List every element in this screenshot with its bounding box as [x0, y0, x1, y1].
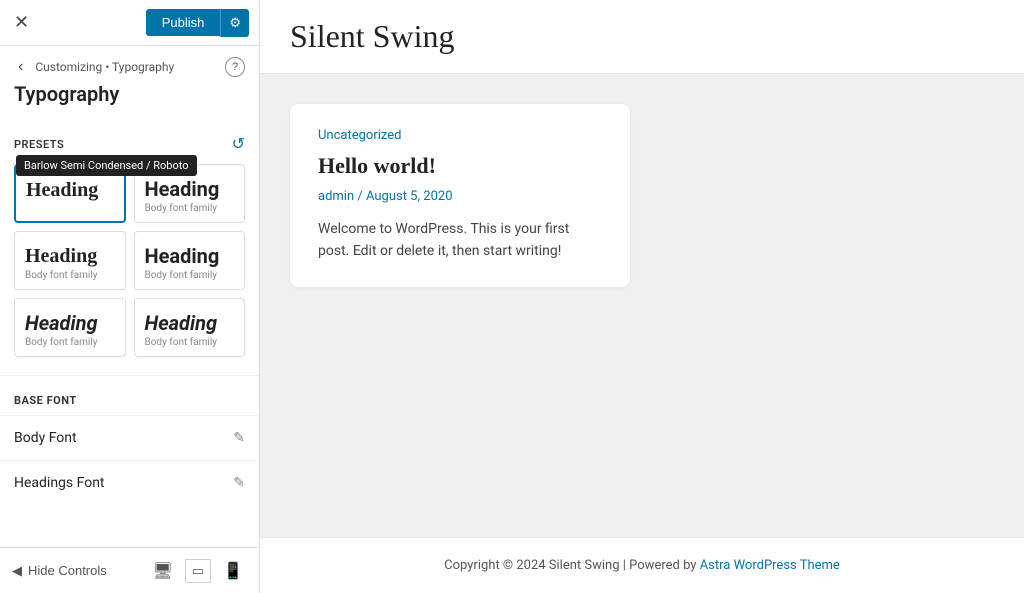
card-body: Welcome to WordPress. This is your first… [318, 218, 602, 263]
preset-card-3[interactable]: Heading Body font family [14, 231, 126, 290]
base-font-header: BASE FONT [0, 380, 259, 415]
preset-card-1[interactable]: Barlow Semi Condensed / Roboto Heading [14, 164, 126, 223]
preset-sub-6: Body font family [145, 337, 235, 348]
bottom-bar: ◀ Hide Controls 🖥 ▭ 📱 [0, 547, 259, 593]
preview-content: Uncategorized Hello world! admin / Augus… [260, 74, 1024, 537]
preset-sub-4: Body font family [145, 270, 235, 281]
site-title: Silent Swing [290, 18, 994, 55]
presets-grid: Barlow Semi Condensed / Roboto Heading H… [0, 164, 259, 371]
close-button[interactable]: ✕ [10, 8, 33, 37]
headings-font-edit-icon: ✎ [233, 475, 245, 491]
right-panel: Silent Swing Uncategorized Hello world! … [260, 0, 1024, 593]
preset-heading-2: Heading [145, 177, 235, 201]
preset-heading-6: Heading [145, 311, 235, 335]
preset-sub-2: Body font family [145, 203, 235, 214]
hide-controls-arrow-icon: ◀ [12, 563, 22, 579]
preset-card-5[interactable]: Heading Body font family [14, 298, 126, 357]
preset-heading-5: Heading [25, 311, 115, 335]
section-divider [0, 375, 259, 376]
preset-heading-4: Heading [145, 244, 235, 268]
body-font-edit-icon: ✎ [233, 430, 245, 446]
help-button[interactable]: ? [225, 57, 245, 77]
body-font-row[interactable]: Body Font ✎ [0, 415, 259, 460]
preset-card-4[interactable]: Heading Body font family [134, 231, 246, 290]
tablet-view-button[interactable]: ▭ [185, 559, 211, 583]
preset-sub-5: Body font family [25, 337, 115, 348]
back-button[interactable]: ‹ [14, 56, 27, 78]
breadcrumb-bar: ‹ Customizing • Typography ? [0, 46, 259, 78]
preview-footer: Copyright © 2024 Silent Swing | Powered … [260, 537, 1024, 593]
preset-sub-3: Body font family [25, 270, 115, 281]
card-meta: admin / August 5, 2020 [318, 189, 602, 204]
left-panel: ✕ Publish ⚙ ‹ Customizing • Typography ?… [0, 0, 260, 593]
presets-reset-button[interactable]: ↺ [232, 134, 245, 154]
preset-card-6[interactable]: Heading Body font family [134, 298, 246, 357]
card-title: Hello world! [318, 153, 602, 179]
body-font-label: Body Font [14, 430, 77, 446]
panel-scroll: Presets ↺ Barlow Semi Condensed / Roboto… [0, 120, 259, 547]
hide-controls-button[interactable]: ◀ Hide Controls [12, 563, 107, 579]
preset-heading-3: Heading [25, 244, 115, 268]
headings-font-row[interactable]: Headings Font ✎ [0, 460, 259, 505]
presets-label: Presets [14, 138, 64, 151]
publish-button[interactable]: Publish [146, 9, 221, 36]
mobile-view-button[interactable]: 📱 [219, 559, 247, 583]
card-category[interactable]: Uncategorized [318, 128, 602, 143]
breadcrumb-text: Customizing • Typography [35, 60, 217, 74]
preview-header: Silent Swing [260, 0, 1024, 74]
headings-font-label: Headings Font [14, 475, 105, 491]
footer-text: Copyright © 2024 Silent Swing | Powered … [444, 558, 700, 573]
preview-card: Uncategorized Hello world! admin / Augus… [290, 104, 630, 287]
presets-header: Presets ↺ [0, 120, 259, 164]
preset-card-2[interactable]: Heading Body font family [134, 164, 246, 223]
top-bar: ✕ Publish ⚙ [0, 0, 259, 46]
publish-group: Publish ⚙ [146, 9, 249, 37]
publish-settings-button[interactable]: ⚙ [220, 9, 249, 37]
page-title: Typography [0, 78, 259, 120]
hide-controls-label: Hide Controls [28, 563, 107, 578]
preset-heading-1: Heading [26, 178, 114, 202]
view-buttons: 🖥 ▭ 📱 [148, 559, 247, 583]
footer-link[interactable]: Astra WordPress Theme [700, 558, 840, 573]
desktop-view-button[interactable]: 🖥 [148, 559, 176, 583]
